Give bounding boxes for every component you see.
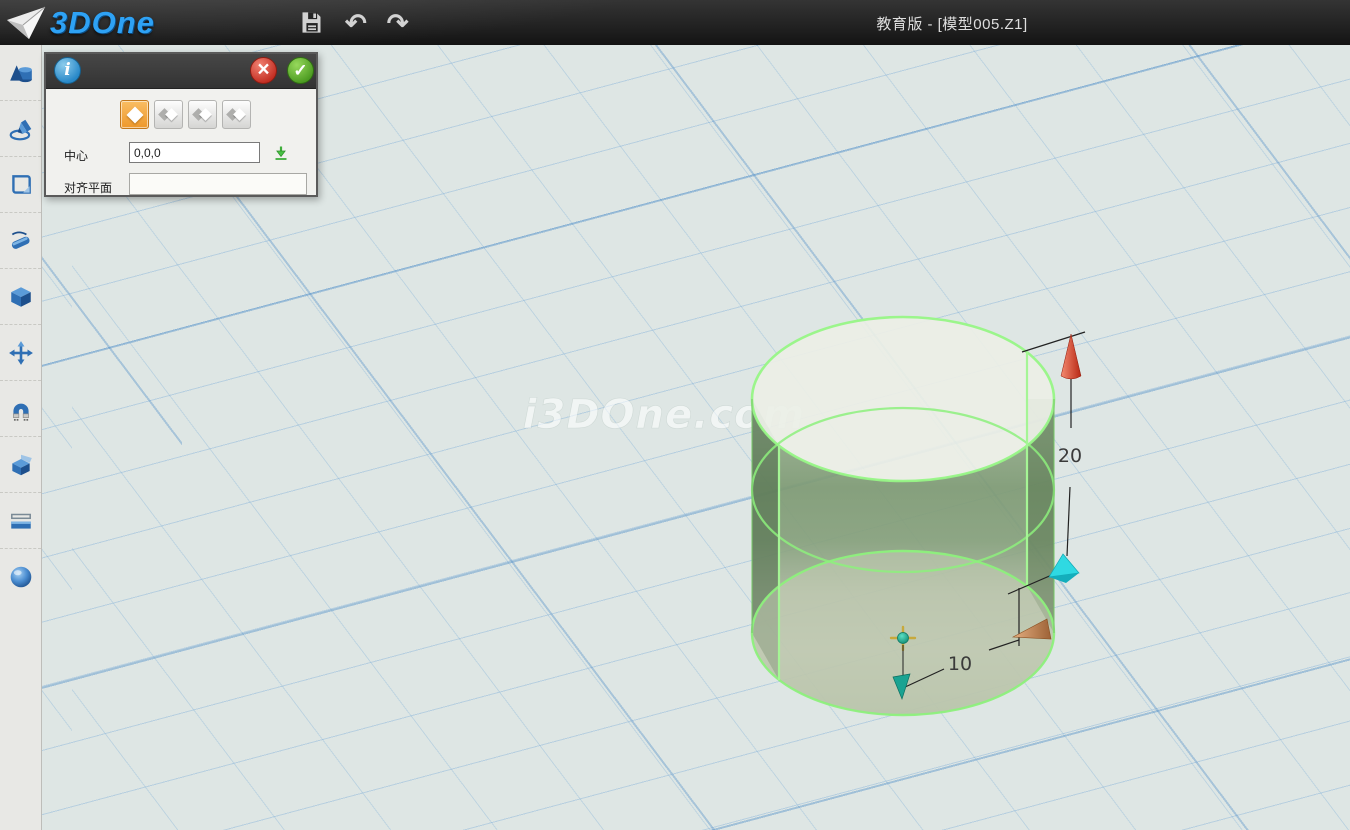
app-logo: 3DOne <box>6 1 155 45</box>
mode-row <box>120 100 251 129</box>
center-input[interactable] <box>129 142 260 163</box>
redo-icon: ↷ <box>387 10 409 36</box>
primitive-shapes-icon <box>8 60 34 86</box>
center-label: 中心 <box>64 147 88 164</box>
height-arrow-handle[interactable] <box>1061 334 1081 379</box>
confirm-button[interactable]: ✓ <box>287 57 314 84</box>
sidebar-item-section[interactable] <box>0 493 41 549</box>
sidebar-item-move[interactable] <box>0 325 41 381</box>
save-button[interactable] <box>296 7 327 38</box>
radius-dimension-label[interactable]: 10 <box>948 653 972 675</box>
height-dimension-label[interactable]: 20 <box>1058 445 1082 467</box>
feature-cube-icon <box>8 284 34 310</box>
close-icon: × <box>257 59 269 80</box>
pick-point-icon[interactable] <box>272 144 290 162</box>
app-window: 3DOne ↶ ↷ 教育版 - [模型005.Z1] <box>0 0 1350 830</box>
window-title: 教育版 - [模型005.Z1] <box>852 13 1052 34</box>
align-plane-label: 对齐平面 <box>64 179 112 196</box>
mode-2-button[interactable] <box>154 100 183 129</box>
sidebar-item-render-sphere[interactable] <box>0 549 41 605</box>
cylinder-dialog: i × ✓ <box>44 52 318 197</box>
title-bar: 3DOne ↶ ↷ 教育版 - [模型005.Z1] <box>0 0 1350 46</box>
dialog-body: 中心 对齐平面 <box>46 89 316 198</box>
undo-button[interactable]: ↶ <box>343 8 369 38</box>
save-icon <box>298 9 325 36</box>
check-icon: ✓ <box>293 62 307 79</box>
mode-3-button[interactable] <box>188 100 217 129</box>
quick-toolbar: ↶ ↷ <box>296 0 411 45</box>
undo-icon: ↶ <box>345 10 367 36</box>
mode-4-button[interactable] <box>222 100 251 129</box>
sidebar-item-feature-cube[interactable] <box>0 269 41 325</box>
magnet-icon <box>8 396 34 422</box>
move-arrows-icon <box>8 340 34 366</box>
align-plane-input[interactable] <box>129 173 307 195</box>
dialog-header[interactable]: i × ✓ <box>46 54 316 89</box>
cancel-button[interactable]: × <box>250 57 277 84</box>
sidebar-item-sweep[interactable] <box>0 213 41 269</box>
sweep-icon <box>8 228 34 254</box>
sidebar-item-magnet-snap[interactable] <box>0 381 41 437</box>
redo-button[interactable]: ↷ <box>385 8 411 38</box>
tool-sidebar <box>0 45 42 830</box>
sidebar-item-sketch[interactable] <box>0 101 41 157</box>
diamond-icon <box>127 107 144 124</box>
paper-plane-logo-icon <box>6 3 46 43</box>
sketch-plane-icon <box>8 172 34 198</box>
section-slab-icon <box>8 508 34 534</box>
sketch-pencil-icon <box>8 116 34 142</box>
combine-box-icon <box>8 452 34 478</box>
brand-name: 3DOne <box>50 5 155 41</box>
info-icon: i <box>64 62 70 79</box>
sidebar-item-sketch-plane[interactable] <box>0 157 41 213</box>
sidebar-item-primitive-shapes[interactable] <box>0 45 41 101</box>
mode-center-radius-height-button[interactable] <box>120 100 149 129</box>
render-sphere-icon <box>8 564 34 590</box>
info-button[interactable]: i <box>54 57 81 84</box>
sidebar-item-combine[interactable] <box>0 437 41 493</box>
